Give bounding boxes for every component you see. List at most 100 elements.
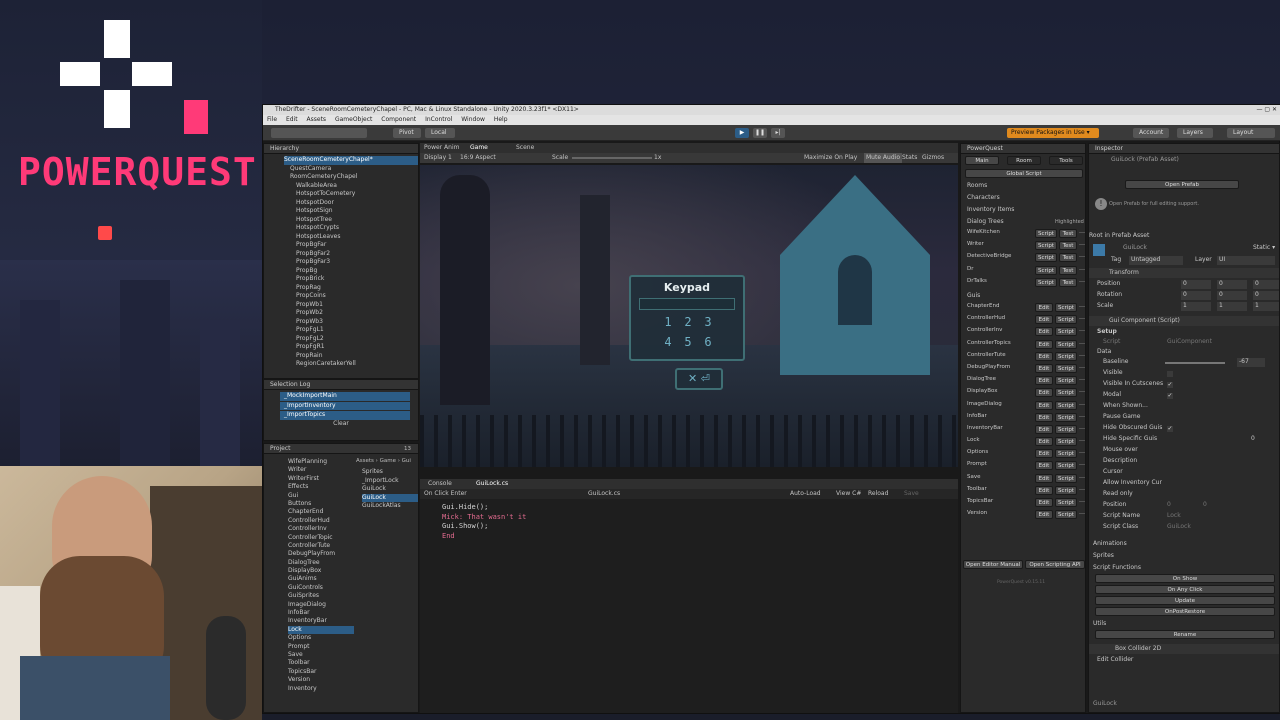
project-folder[interactable]: ChapterEnd bbox=[288, 508, 354, 516]
edit-button[interactable]: Edit bbox=[1035, 303, 1053, 312]
more-icon[interactable]: … bbox=[1079, 252, 1085, 259]
enter-icon[interactable]: ⏎ bbox=[701, 372, 710, 385]
hierarchy-item[interactable]: PropRain bbox=[284, 352, 418, 361]
open-scripting-api-button[interactable]: Open Scripting API bbox=[1025, 560, 1085, 569]
baseline-value[interactable]: -67 bbox=[1237, 358, 1265, 367]
edit-button[interactable]: Edit bbox=[1035, 327, 1053, 337]
more-icon[interactable]: … bbox=[1079, 277, 1085, 284]
aspect-dropdown[interactable]: 16:9 Aspect bbox=[460, 153, 496, 163]
project-folder[interactable]: Writer bbox=[288, 466, 354, 474]
script-button[interactable]: Script bbox=[1055, 510, 1077, 520]
more-icon[interactable]: … bbox=[1079, 485, 1085, 492]
powerquest-row-label[interactable]: DrTalks bbox=[967, 277, 987, 286]
script-button[interactable]: Script bbox=[1055, 315, 1077, 325]
step-button[interactable]: ▸| bbox=[771, 128, 785, 138]
script-function-button[interactable]: Update bbox=[1095, 596, 1275, 605]
section-characters[interactable]: Characters bbox=[967, 194, 1000, 203]
script-function-button[interactable]: OnPostRestore bbox=[1095, 607, 1275, 616]
powerquest-row-label[interactable]: Toolbar bbox=[967, 485, 987, 494]
more-icon[interactable]: … bbox=[1079, 509, 1085, 516]
powerquest-row-label[interactable]: Save bbox=[967, 473, 981, 482]
project-folder[interactable]: Version bbox=[288, 676, 354, 684]
clear-button[interactable]: Clear bbox=[264, 420, 418, 429]
account-dropdown[interactable]: Account bbox=[1133, 128, 1169, 138]
more-icon[interactable]: … bbox=[1079, 387, 1085, 394]
project-folder[interactable]: ControllerHud bbox=[288, 517, 354, 525]
more-icon[interactable]: … bbox=[1079, 339, 1085, 346]
script-button[interactable]: Script bbox=[1055, 437, 1077, 447]
animations-header[interactable]: Animations bbox=[1093, 540, 1127, 549]
project-folder[interactable]: WifePlanning bbox=[288, 458, 354, 466]
edit-button[interactable]: Edit bbox=[1035, 510, 1053, 520]
powerquest-row-label[interactable]: DebugPlayFrom bbox=[967, 363, 1010, 372]
keypad-key-6[interactable]: 6 bbox=[701, 335, 715, 349]
rotation-z-field[interactable]: 0 bbox=[1253, 291, 1279, 300]
script-button[interactable]: Script bbox=[1035, 265, 1057, 275]
preview-packages-button[interactable]: Preview Packages in Use ▾ bbox=[1007, 128, 1099, 138]
script-functions-header[interactable]: Script Functions bbox=[1093, 564, 1141, 573]
more-icon[interactable]: … bbox=[1079, 375, 1085, 382]
play-button[interactable]: ▶ bbox=[735, 128, 749, 138]
project-folder[interactable]: DisplayBox bbox=[288, 567, 354, 575]
rotation-x-field[interactable]: 0 bbox=[1181, 291, 1211, 300]
more-icon[interactable]: … bbox=[1079, 363, 1085, 370]
menu-file[interactable]: File bbox=[267, 115, 277, 125]
layers-dropdown[interactable]: Layers bbox=[1177, 128, 1213, 138]
more-icon[interactable]: … bbox=[1079, 326, 1085, 333]
selection-log-item[interactable]: _ImportInventory bbox=[280, 401, 410, 410]
project-folder[interactable]: GuiAnims bbox=[288, 575, 354, 583]
global-script-button[interactable]: Global Script bbox=[965, 169, 1083, 178]
checkbox[interactable]: ✓ bbox=[1167, 382, 1173, 388]
powerquest-row-label[interactable]: TopicsBar bbox=[967, 497, 993, 506]
project-file[interactable]: _ImportLock bbox=[362, 477, 418, 486]
checkbox[interactable]: ✓ bbox=[1167, 426, 1173, 432]
position-y-field[interactable]: 0 bbox=[1217, 280, 1247, 289]
section-inventory[interactable]: Inventory Items bbox=[967, 206, 1014, 215]
display-dropdown[interactable]: Display 1 bbox=[424, 153, 452, 163]
project-folder[interactable]: GuiSprites bbox=[288, 592, 354, 600]
scale-slider[interactable] bbox=[572, 157, 652, 159]
project-folder[interactable]: DialogTree bbox=[288, 559, 354, 567]
edit-button[interactable]: Edit bbox=[1035, 363, 1053, 373]
hierarchy-item[interactable]: HotspotSign bbox=[284, 207, 418, 216]
tab-console[interactable]: Console bbox=[428, 479, 452, 489]
hierarchy-item[interactable]: PropFgL2 bbox=[284, 335, 418, 344]
edit-button[interactable]: Edit bbox=[1035, 376, 1053, 386]
section-rooms[interactable]: Rooms bbox=[967, 182, 987, 191]
more-icon[interactable]: … bbox=[1079, 314, 1085, 321]
powerquest-row-label[interactable]: Version bbox=[967, 509, 987, 518]
hierarchy-item[interactable]: HotspotTree bbox=[284, 216, 418, 225]
keypad-key-3[interactable]: 3 bbox=[701, 315, 715, 329]
hierarchy-item[interactable]: PropWb1 bbox=[284, 301, 418, 310]
hierarchy-item[interactable]: PropBrick bbox=[284, 275, 418, 284]
test-button[interactable]: Test bbox=[1059, 253, 1077, 263]
transform-tools[interactable] bbox=[271, 128, 367, 138]
more-icon[interactable]: … bbox=[1079, 351, 1085, 358]
project-folder[interactable]: Lock bbox=[288, 625, 354, 635]
keypad-key-4[interactable]: 4 bbox=[661, 335, 675, 349]
hierarchy-item[interactable]: PropCoins bbox=[284, 292, 418, 301]
more-icon[interactable]: … bbox=[1079, 302, 1085, 309]
project-folder[interactable]: Toolbar bbox=[288, 659, 354, 667]
project-folder[interactable]: Save bbox=[288, 651, 354, 659]
powerquest-row-label[interactable]: ImageDialog bbox=[967, 400, 1002, 409]
test-button[interactable]: Test bbox=[1059, 241, 1077, 251]
more-icon[interactable]: … bbox=[1079, 400, 1085, 407]
hierarchy-item[interactable]: PropWb2 bbox=[284, 309, 418, 318]
project-file[interactable]: GuiLock bbox=[362, 485, 418, 494]
project-folder[interactable]: InventoryBar bbox=[288, 617, 354, 625]
script-button[interactable]: Script bbox=[1055, 424, 1077, 434]
layout-dropdown[interactable]: Layout bbox=[1227, 128, 1275, 138]
script-function-button[interactable]: On Show bbox=[1095, 574, 1275, 583]
edit-button[interactable]: Edit bbox=[1035, 412, 1053, 422]
powerquest-row-label[interactable]: Writer bbox=[967, 240, 984, 249]
sprites-header[interactable]: Sprites bbox=[1093, 552, 1114, 561]
pause-button[interactable]: ❚❚ bbox=[753, 128, 767, 138]
hierarchy-item[interactable]: WalkableArea bbox=[284, 182, 418, 191]
checkbox[interactable]: ✓ bbox=[1167, 393, 1173, 399]
project-folder[interactable]: Inventory bbox=[288, 685, 354, 693]
tab-game[interactable]: Game bbox=[470, 143, 488, 153]
gizmos-dropdown[interactable]: Gizmos bbox=[922, 153, 944, 163]
project-folder[interactable]: ControllerTute bbox=[288, 542, 354, 550]
baseline-slider[interactable] bbox=[1165, 362, 1225, 364]
